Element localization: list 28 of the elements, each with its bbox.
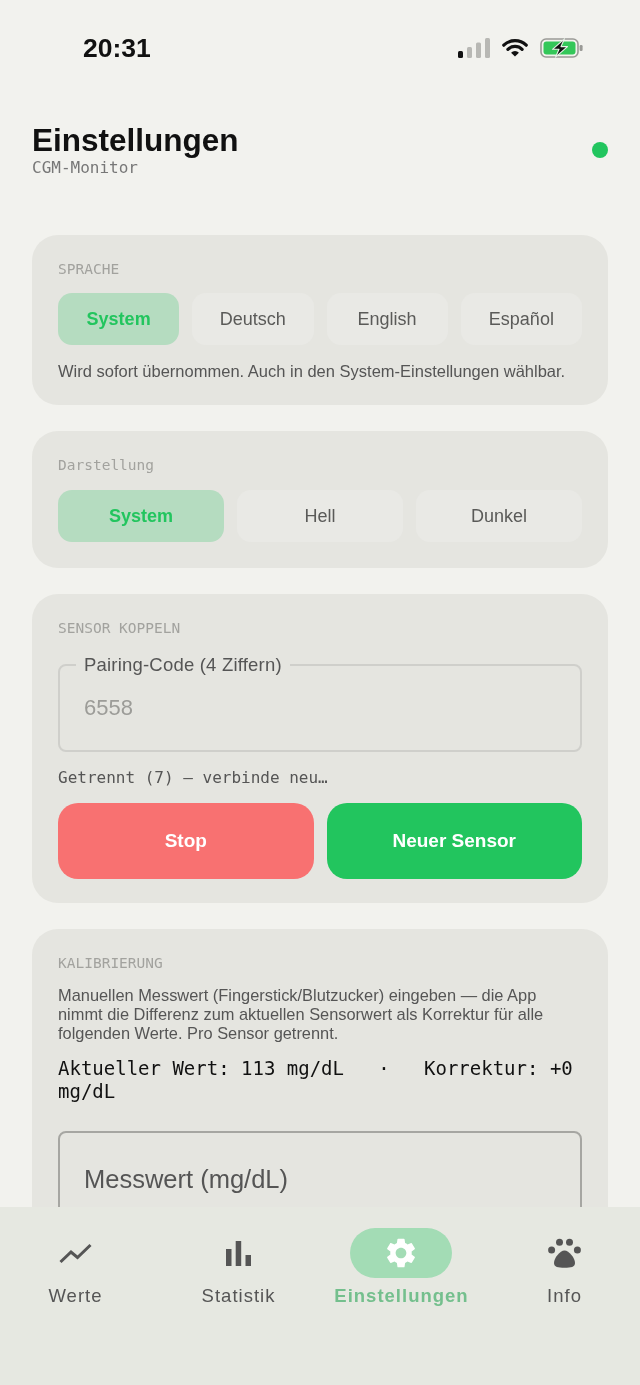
nav-tab[interactable]: Werte — [24, 1228, 127, 1307]
bar-chart-icon — [226, 1240, 251, 1266]
paw-icon — [548, 1238, 581, 1268]
status-time: 20:31 — [83, 33, 151, 63]
language-option[interactable]: Deutsch — [192, 293, 314, 345]
trend-line-icon — [59, 1242, 92, 1264]
nav-tab[interactable]: Info — [513, 1228, 616, 1307]
section-label: KALIBRIERUNG — [58, 954, 163, 972]
reading-text: Aktueller Wert: 113 mg/dL · Korrektur: +0 mg/dL — [58, 1057, 574, 1103]
settings-icon — [387, 1238, 416, 1268]
section-label: Darstellung — [58, 456, 155, 474]
connection-status: Getrennt (7) — verbinde neu… — [58, 768, 328, 788]
wifi-icon — [502, 39, 528, 57]
pairing-code-input[interactable]: 6558 — [84, 676, 556, 740]
page-subtitle: CGM-Monitor — [32, 158, 138, 178]
language-option[interactable]: English — [326, 293, 448, 345]
battery-charging-icon — [540, 38, 584, 58]
section-label: SENSOR KOPPELN — [58, 619, 181, 637]
appearance-option[interactable]: Hell — [237, 490, 403, 542]
section-label: SPRACHE — [58, 260, 120, 278]
measurement-field[interactable]: Messwert (mg/dL) — [58, 1131, 582, 1207]
nav-tab[interactable]: Statistik — [187, 1228, 290, 1307]
language-option[interactable]: Español — [460, 293, 582, 345]
description-text: Manuellen Messwert (Fingerstick/Blutzucker) eingeben — die App nimmt die Differenz zum aktuellen Sensorwert als Korrektur für alle folgenden Werte. Pro Sensor getrennt. — [58, 986, 545, 1043]
signal-icon — [458, 38, 490, 58]
hint-text: Wird sofort übernommen. Auch in den System-Einstellungen wählbar. — [58, 361, 566, 381]
appearance-option[interactable]: Dunkel — [416, 490, 582, 542]
page-title: Einstellungen — [32, 122, 239, 158]
